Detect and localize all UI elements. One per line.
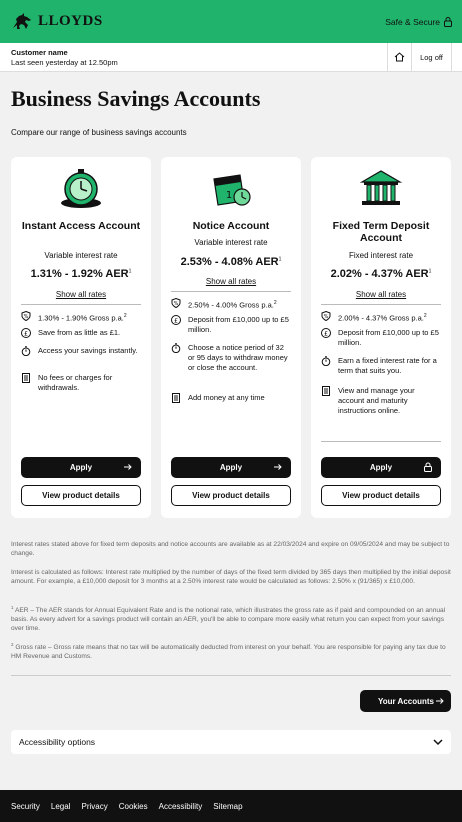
footer-link-cookies[interactable]: Cookies: [119, 802, 148, 811]
footer-link-accessibility[interactable]: Accessibility: [159, 802, 203, 811]
view-product-details-button[interactable]: View product details: [321, 485, 441, 506]
card-rate-type: Fixed interest rate: [348, 251, 414, 260]
brand-name: LLOYDS: [38, 13, 103, 29]
user-info: Customer name Last seen yesterday at 12.…: [0, 43, 387, 71]
apply-label: Apply: [369, 463, 393, 472]
stopwatch-icon: [171, 343, 181, 353]
card-aer-rate: 2.53% - 4.08% AER1: [180, 256, 282, 268]
padlock-icon: [444, 16, 452, 27]
svg-text:£: £: [24, 330, 28, 337]
percent-shield-icon: %: [171, 298, 181, 308]
stopwatch-icon: [321, 356, 331, 366]
black-horse-icon: [13, 13, 31, 29]
aer-footnote: 1 AER – The AER stands for Annual Equiva…: [11, 605, 446, 633]
card-feature: £ Save from as little as £1.: [21, 328, 141, 338]
rates-note: Interest rates stated above for fixed te…: [11, 541, 450, 557]
pound-icon: £: [321, 328, 331, 338]
card-aer-rate: 2.02% - 4.37% AER1: [330, 268, 432, 280]
apply-button[interactable]: Apply: [21, 457, 141, 478]
svg-text:%: %: [174, 301, 179, 307]
accessibility-options-label: Accessibility options: [19, 737, 96, 747]
customer-name: Customer name: [11, 48, 68, 57]
your-accounts-button[interactable]: Your Accounts: [360, 690, 451, 712]
stopwatch-illustration-icon: [11, 167, 151, 211]
footer-link-legal[interactable]: Legal: [51, 802, 71, 811]
page-title: Business Savings Accounts: [11, 86, 261, 111]
show-all-rates-link[interactable]: Show all rates: [317, 290, 445, 299]
svg-text:%: %: [324, 314, 329, 320]
card-divider: [171, 291, 291, 292]
show-all-rates-link[interactable]: Show all rates: [167, 277, 295, 286]
document-icon: [321, 386, 331, 396]
card-rate-type: Variable interest rate: [194, 238, 268, 247]
apply-button[interactable]: Apply: [171, 457, 291, 478]
log-off-button[interactable]: Log off: [411, 43, 452, 71]
document-icon: [21, 373, 31, 383]
page-subtitle: Compare our range of business savings ac…: [11, 128, 187, 137]
notice-account-card: 1 Notice Account Variable interest rate …: [161, 157, 301, 518]
svg-text:1: 1: [226, 190, 232, 201]
show-all-rates-link[interactable]: Show all rates: [17, 290, 145, 299]
card-rate-type: Variable interest rate: [44, 251, 118, 260]
footer: Security Legal Privacy Cookies Accessibi…: [0, 790, 462, 822]
card-divider: [321, 304, 441, 305]
last-seen: Last seen yesterday at 12.50pm: [11, 58, 118, 67]
card-feature: Add money at any time: [171, 393, 291, 403]
chevron-down-icon: [433, 739, 443, 746]
arrow-right-icon: [436, 698, 444, 704]
arrow-right-icon: [274, 464, 282, 470]
fixed-term-deposit-card: Fixed Term Deposit Account Fixed interes…: [311, 157, 451, 518]
lloyds-logo[interactable]: LLOYDS: [11, 13, 103, 30]
your-accounts-label: Your Accounts: [378, 696, 435, 706]
home-icon: [394, 52, 405, 62]
user-bar: Customer name Last seen yesterday at 12.…: [0, 43, 462, 72]
view-product-details-button[interactable]: View product details: [21, 485, 141, 506]
apply-label: Apply: [219, 463, 243, 472]
instant-access-card: Instant Access Account Variable interest…: [11, 157, 151, 518]
card-title: Instant Access Account: [21, 220, 141, 232]
stopwatch-icon: [21, 346, 31, 356]
card-feature: No fees or charges for withdrawals.: [21, 373, 141, 393]
card-feature: £ Deposit from £10,000 up to £5 million.: [171, 315, 291, 335]
pound-icon: £: [171, 315, 181, 325]
bank-building-illustration-icon: [311, 167, 451, 211]
home-button[interactable]: [387, 43, 411, 71]
footer-link-privacy[interactable]: Privacy: [81, 802, 107, 811]
padlock-icon: [424, 462, 432, 472]
card-feature: £ Deposit from £10,000 up to £5 million.: [321, 328, 441, 348]
svg-text:%: %: [24, 314, 29, 320]
view-product-details-button[interactable]: View product details: [171, 485, 291, 506]
card-feature: % 1.30% - 1.90% Gross p.a.2: [21, 311, 141, 324]
footer-link-sitemap[interactable]: Sitemap: [213, 802, 242, 811]
card-feature: Choose a notice period of 32 or 95 days …: [171, 343, 291, 373]
accessibility-options-toggle[interactable]: Accessibility options: [11, 730, 451, 754]
card-title: Fixed Term Deposit Account: [332, 220, 430, 244]
card-feature: Earn a fixed interest rate for a term th…: [321, 356, 441, 376]
top-bar: LLOYDS Safe & Secure: [0, 0, 462, 43]
safe-secure-label: Safe & Secure: [385, 16, 440, 27]
card-feature: View and manage your account and maturit…: [321, 386, 441, 416]
card-feature: Access your savings instantly.: [21, 346, 141, 356]
card-aer-rate: 1.31% - 1.92% AER1: [30, 268, 132, 280]
card-feature: % 2.00% - 4.37% Gross p.a.2: [321, 311, 441, 324]
calendar-illustration-icon: 1: [161, 167, 301, 211]
card-feature: % 2.50% - 4.00% Gross p.a.2: [171, 298, 291, 311]
apply-label: Apply: [69, 463, 93, 472]
svg-text:£: £: [324, 330, 328, 337]
document-icon: [171, 393, 181, 403]
card-divider: [321, 441, 441, 442]
interest-calculation-note: Interest is calculated as follows: Inter…: [11, 569, 451, 585]
percent-shield-icon: %: [21, 311, 31, 321]
footer-link-security[interactable]: Security: [11, 802, 40, 811]
card-title: Notice Account: [192, 220, 270, 232]
arrow-right-icon: [124, 464, 132, 470]
percent-shield-icon: %: [321, 311, 331, 321]
card-divider: [21, 304, 141, 305]
section-divider: [11, 675, 451, 676]
gross-rate-footnote: 2 Gross rate – Gross rate means that no …: [11, 642, 446, 661]
safe-secure-link[interactable]: Safe & Secure: [385, 17, 452, 27]
apply-button[interactable]: Apply: [321, 457, 441, 478]
pound-icon: £: [21, 328, 31, 338]
svg-text:£: £: [174, 317, 178, 324]
